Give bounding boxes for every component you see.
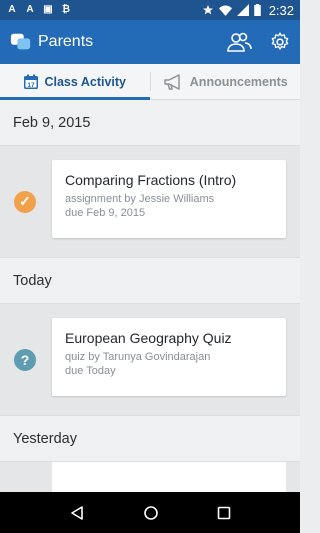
people-icon[interactable]: [226, 32, 252, 52]
activity-title: Comparing Fractions (Intro): [65, 172, 237, 188]
back-icon[interactable]: [69, 505, 85, 521]
gear-icon[interactable]: [270, 32, 290, 52]
activity-card[interactable]: Comparing Fractions (Intro) assignment b…: [52, 160, 286, 238]
megaphone-icon: [164, 73, 180, 90]
activity-byline: assignment by Jessie Williams: [65, 193, 215, 205]
app-logo-icon: [10, 33, 31, 50]
signal-icon: [236, 4, 249, 16]
notification-icon-a1: A: [8, 4, 16, 15]
clock: 2:32: [268, 2, 294, 18]
notification-icon-a2: A: [26, 4, 34, 15]
activity-due: due Feb 9, 2015: [65, 207, 146, 219]
activity-title: European Geography Quiz: [65, 330, 232, 346]
activity-row: ? European Geography Quiz quiz by Taruny…: [0, 304, 300, 416]
battery-icon: [253, 4, 261, 16]
image-icon: ▣: [43, 4, 53, 15]
tab-announcements-label: Announcements: [189, 74, 288, 89]
question-mark-icon: ?: [14, 348, 36, 371]
tab-announcements[interactable]: Announcements: [151, 64, 301, 99]
activity-due: due Today: [65, 365, 116, 377]
home-icon[interactable]: [143, 505, 159, 521]
notification-icons: A A ▣ ₿: [6, 4, 72, 16]
recents-icon[interactable]: [217, 506, 231, 520]
activity-feed[interactable]: Feb 9, 2015 ✓ Comparing Fractions (Intro…: [0, 100, 300, 492]
bitcoin-icon: ₿: [61, 4, 71, 15]
tab-bar: 17 Class Activity Announcements: [0, 64, 300, 100]
tab-class-activity-label: Class Activity: [44, 74, 127, 89]
app-bar: Parents: [0, 20, 300, 64]
activity-card[interactable]: [52, 462, 286, 492]
wifi-icon: [218, 4, 232, 16]
calendar-icon: 17: [24, 74, 39, 89]
activity-card[interactable]: European Geography Quiz quiz by Tarunya …: [52, 318, 286, 396]
status-bar: A A ▣ ₿ 2:32: [0, 0, 300, 20]
star-icon: [202, 5, 213, 15]
activity-byline: quiz by Tarunya Govindarajan: [65, 351, 211, 363]
date-header: Feb 9, 2015: [0, 100, 300, 146]
tab-class-activity[interactable]: 17 Class Activity: [0, 64, 150, 100]
completed-check-icon: ✓: [14, 190, 36, 213]
svg-text:17: 17: [28, 81, 36, 88]
date-header: Today: [0, 258, 300, 304]
activity-row: ✓ Comparing Fractions (Intro) assignment…: [0, 146, 300, 258]
date-header: Yesterday: [0, 416, 300, 462]
app-title: Parents: [38, 33, 94, 50]
system-nav-bar: [0, 492, 300, 533]
activity-row: [0, 462, 300, 492]
